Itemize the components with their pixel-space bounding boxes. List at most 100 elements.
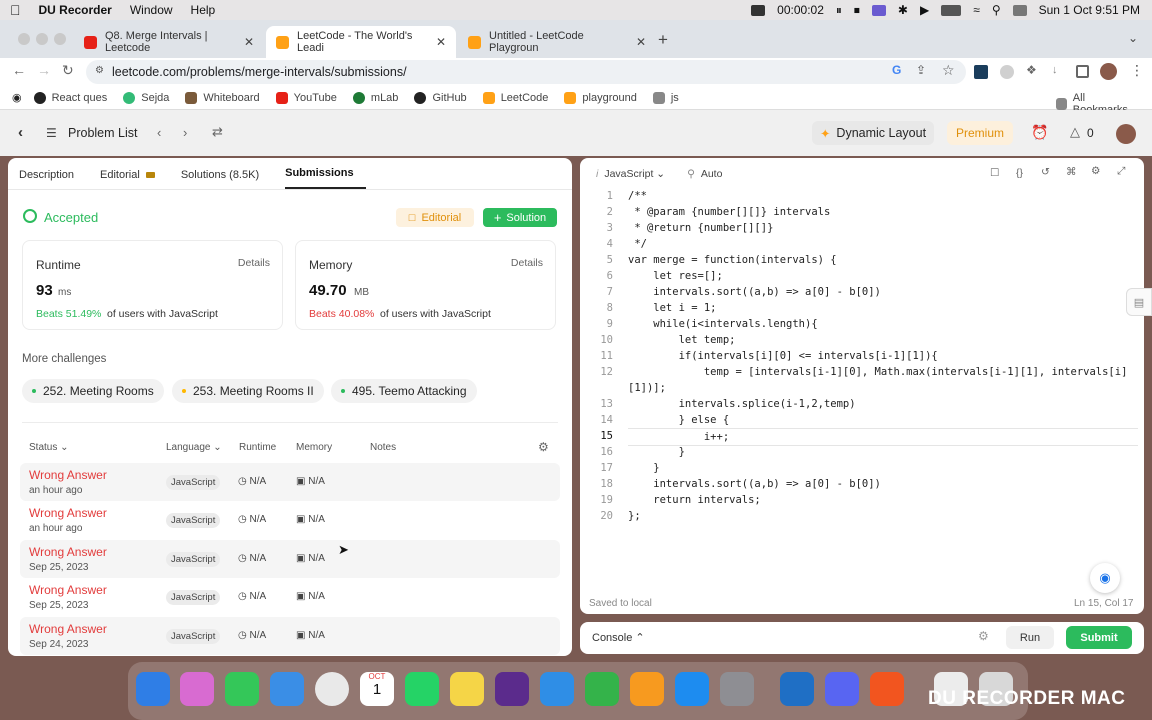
minimize-window-icon[interactable] <box>36 33 48 45</box>
url-input[interactable]: ⚙ leetcode.com/problems/merge-intervals/… <box>86 60 966 84</box>
premium-button[interactable]: Premium <box>947 121 1013 145</box>
code-line[interactable]: 13 intervals.splice(i-1,2,temp) <box>580 396 1144 412</box>
submit-button[interactable]: Submit <box>1066 626 1132 649</box>
gear-icon[interactable]: ⚙ <box>538 440 549 454</box>
code-line[interactable]: 11 if(intervals[i][0] <= intervals[i-1][… <box>580 348 1144 364</box>
keynote-icon[interactable] <box>540 672 574 706</box>
play-icon[interactable]: ▶ <box>920 3 929 17</box>
memory-details-link[interactable]: Details <box>511 257 543 269</box>
solution-button[interactable]: + Solution <box>483 208 557 227</box>
camera-icon[interactable] <box>751 4 766 16</box>
tab-description[interactable]: Description <box>19 169 86 189</box>
reset-icon[interactable]: ↺ <box>1041 166 1050 178</box>
stop-icon[interactable]: ⏹ <box>854 3 860 18</box>
control-center-icon[interactable] <box>1012 4 1027 16</box>
code-line[interactable]: 2 * @param {number[][]} intervals <box>580 204 1144 220</box>
app-store-icon[interactable] <box>675 672 709 706</box>
chevron-down-icon[interactable]: ⌄ <box>1128 31 1138 45</box>
code-line[interactable]: 20}; <box>580 508 1144 524</box>
dynamic-layout-button[interactable]: ✦ Dynamic Layout <box>812 121 934 145</box>
next-problem-icon[interactable]: › <box>183 125 187 140</box>
new-tab-button[interactable]: + <box>658 30 668 50</box>
forward-icon[interactable]: → <box>37 62 51 78</box>
close-window-icon[interactable] <box>18 33 30 45</box>
row-status[interactable]: Wrong Answer <box>29 506 107 520</box>
pause-icon[interactable]: ⏸ <box>836 3 842 18</box>
bookmark-sejda[interactable]: Sejda <box>123 91 169 104</box>
code-line[interactable]: 12 temp = [intervals[i-1][0], Math.max(i… <box>580 364 1144 380</box>
code-line[interactable]: 17 } <box>580 460 1144 476</box>
runtime-details-link[interactable]: Details <box>238 257 270 269</box>
challenge-chip-1[interactable]: 253. Meeting Rooms II <box>172 379 324 403</box>
google-icon[interactable]: G <box>892 63 901 77</box>
share-icon[interactable]: ⇪ <box>916 63 926 77</box>
bookmark-js[interactable]: js <box>652 91 679 104</box>
notes-icon[interactable] <box>450 672 484 706</box>
settings-icon[interactable]: ⚙ <box>1091 165 1100 177</box>
menu-help[interactable]: Help <box>191 3 216 17</box>
close-tab-icon[interactable]: ✕ <box>244 35 254 49</box>
code-line[interactable]: [1])]; <box>580 380 1144 396</box>
menu-window[interactable]: Window <box>130 3 173 17</box>
language-select[interactable]: JavaScript ⌄ <box>604 168 665 180</box>
code-line[interactable]: 14 } else { <box>580 412 1144 428</box>
messages-icon[interactable] <box>225 672 259 706</box>
row-status[interactable]: Wrong Answer <box>29 622 107 636</box>
bluetooth-icon[interactable]: ✱ <box>898 3 908 17</box>
challenge-chip-0[interactable]: 252. Meeting Rooms <box>22 379 164 403</box>
row-status[interactable]: Wrong Answer <box>29 545 107 559</box>
zoom-window-icon[interactable] <box>54 33 66 45</box>
table-row[interactable]: Wrong Answer an hour ago JavaScript ◷ N/… <box>20 463 560 501</box>
code-line[interactable]: 1 /** <box>580 188 1144 204</box>
screen-icon[interactable] <box>871 4 886 16</box>
reload-icon[interactable]: ↻ <box>62 62 74 79</box>
battery-icon[interactable] <box>941 4 962 16</box>
pages-icon[interactable] <box>630 672 664 706</box>
extension-icon[interactable] <box>974 65 988 79</box>
finder-icon[interactable] <box>136 672 170 706</box>
vscode-icon[interactable] <box>780 672 814 706</box>
fire-icon[interactable]: △ <box>1070 124 1080 140</box>
chat-icon[interactable]: ◉ <box>1090 563 1120 593</box>
browser-tab-0[interactable]: Q8. Merge Intervals | Leetcode ✕ <box>74 26 264 58</box>
menu-app-name[interactable]: DU Recorder <box>39 3 112 17</box>
code-line[interactable]: 5 var merge = function(intervals) { <box>580 252 1144 268</box>
tab-editorial[interactable]: Editorial <box>100 169 167 189</box>
bookmark-leetcode[interactable]: LeetCode <box>482 91 548 104</box>
bookmark-icon[interactable]: ☐ <box>990 167 999 179</box>
debug-icon[interactable]: ⚙ <box>978 629 989 643</box>
code-line[interactable]: 15 i++; <box>580 428 1144 446</box>
clock-datetime[interactable]: Sun 1 Oct 9:51 PM <box>1039 3 1140 17</box>
tab-submissions[interactable]: Submissions <box>285 167 366 189</box>
challenge-chip-2[interactable]: 495. Teemo Attacking <box>331 379 477 403</box>
leetcode-logo-icon[interactable]: ‹ <box>18 124 32 142</box>
close-tab-icon[interactable]: ✕ <box>436 35 446 49</box>
discord-icon[interactable] <box>825 672 859 706</box>
tab-solutions[interactable]: Solutions (8.5K) <box>181 169 271 189</box>
wifi-icon[interactable]: ≈ <box>973 3 980 17</box>
code-line[interactable]: 8 let i = 1; <box>580 300 1144 316</box>
code-line[interactable]: 19 return intervals; <box>580 492 1144 508</box>
table-row[interactable]: Wrong Answer Sep 24, 2023 JavaScript ◷ N… <box>20 617 560 655</box>
more-menu-icon[interactable]: ⋮ <box>1130 62 1144 79</box>
chrome-icon[interactable] <box>315 672 349 706</box>
apple-icon[interactable]:  <box>10 2 21 18</box>
mail-icon[interactable] <box>270 672 304 706</box>
whatsapp-icon[interactable] <box>405 672 439 706</box>
back-icon[interactable]: ← <box>12 62 26 78</box>
row-status[interactable]: Wrong Answer <box>29 583 107 597</box>
code-area[interactable]: 1/** 2 * @param {number[][]} intervals 3 *… <box>580 188 1144 524</box>
download-icon[interactable]: ↓ <box>1052 64 1058 76</box>
table-row[interactable]: Wrong Answer an hour ago JavaScript ◷ N/… <box>20 501 560 539</box>
puzzle-icon[interactable]: ❖ <box>1026 63 1037 77</box>
editorial-button[interactable]: □ Editorial <box>396 208 474 227</box>
launchpad-icon[interactable] <box>180 672 214 706</box>
user-avatar[interactable] <box>1116 124 1136 144</box>
sidepanel-icon[interactable] <box>1076 65 1089 78</box>
code-line[interactable]: 7 intervals.sort((a,b) => a[0] - b[0]) <box>580 284 1144 300</box>
row-status[interactable]: Wrong Answer <box>29 468 107 482</box>
search-icon[interactable]: ⚲ <box>992 3 1001 17</box>
shuffle-icon[interactable]: ⇄ <box>212 124 223 140</box>
table-row[interactable]: Wrong Answer Sep 25, 2023 JavaScript ◷ N… <box>20 578 560 616</box>
du-recorder-icon[interactable] <box>870 672 904 706</box>
